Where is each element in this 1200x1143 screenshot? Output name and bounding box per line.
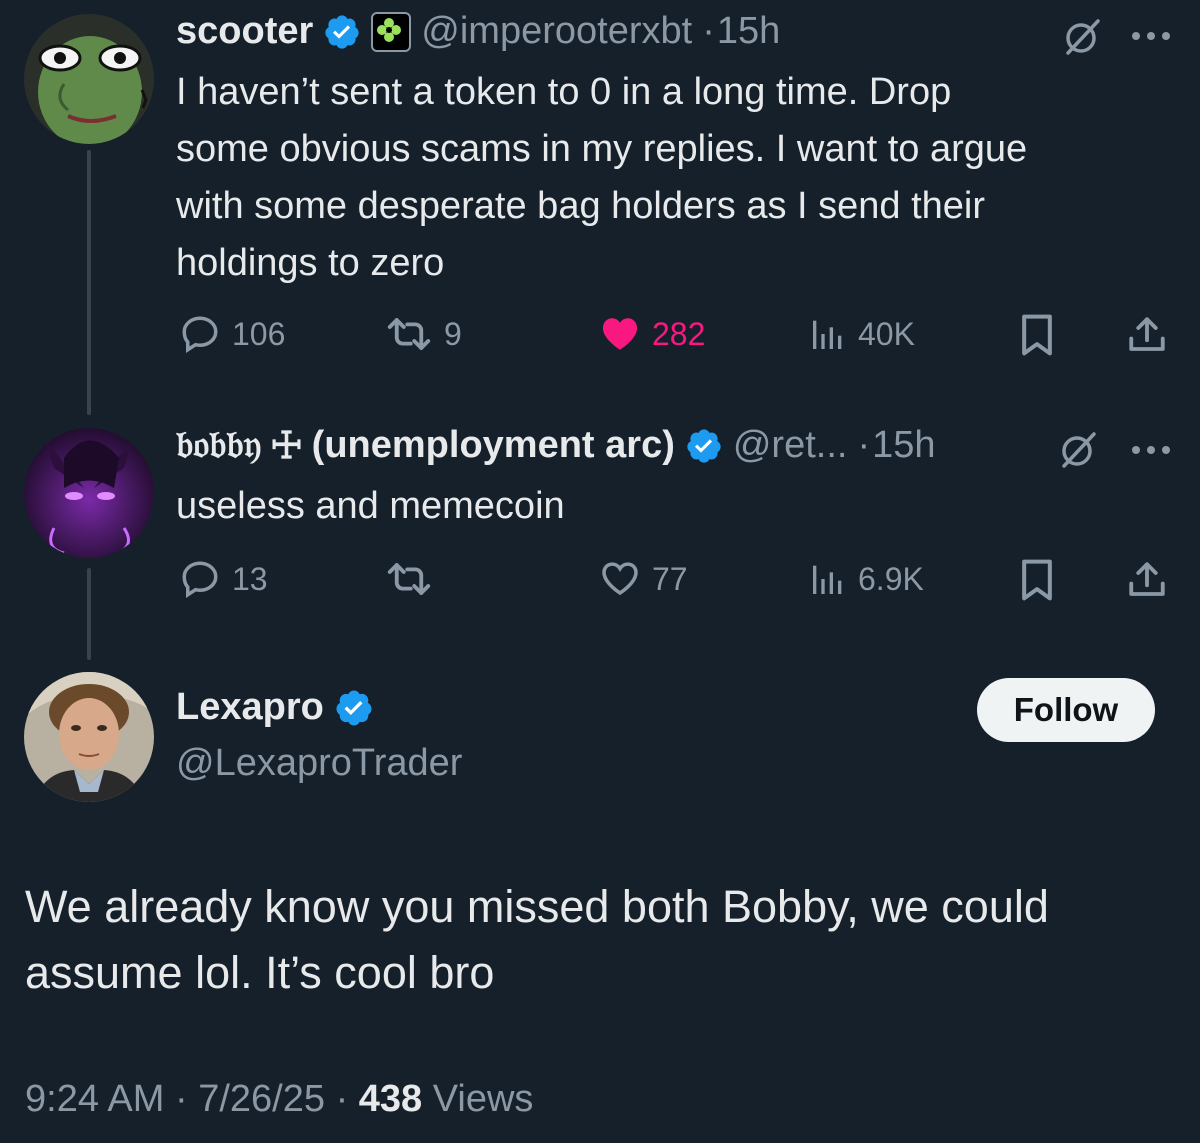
repost-count: 9 xyxy=(444,315,462,352)
author-name[interactable]: scooter xyxy=(176,10,313,53)
bookmark-icon[interactable] xyxy=(1018,558,1056,602)
author-name[interactable]: Lexapro xyxy=(176,686,324,729)
heart-outline-icon xyxy=(602,562,638,596)
views-button[interactable]: 6.9K xyxy=(808,558,924,600)
avatar-scooter[interactable] xyxy=(24,14,154,144)
like-count: 282 xyxy=(652,315,706,352)
tweet1-text: I haven’t sent a token to 0 in a long ti… xyxy=(176,64,1176,292)
repost-icon xyxy=(387,318,431,350)
verified-badge-icon xyxy=(687,428,721,463)
tweet1-header: scooter @imperooterxbt · 15h xyxy=(176,10,780,53)
tweet2-header: 𝔟𝔬𝔟𝔟𝔶 ☩ (unemployment arc) @ret... · 15h xyxy=(176,424,936,467)
avatar-bobby[interactable] xyxy=(24,428,154,558)
more-options-icon[interactable] xyxy=(1130,444,1172,456)
grok-icon[interactable] xyxy=(1062,17,1102,57)
tweet-time[interactable]: 15h xyxy=(872,424,935,467)
tweet2-text: useless and memecoin xyxy=(176,485,565,527)
tweet-text-line: I haven’t sent a token to 0 in a long ti… xyxy=(176,71,952,113)
repost-button[interactable] xyxy=(384,558,444,600)
separator-dot: · xyxy=(335,1078,359,1120)
reply-button[interactable]: 13 xyxy=(178,558,268,600)
like-button[interactable]: 77 xyxy=(598,558,688,600)
tweet-text-line: We already know you missed both Bobby, w… xyxy=(25,881,1049,932)
separator-dot: · xyxy=(702,10,715,52)
tweet-timestamp[interactable]: 9:24 AM xyxy=(25,1078,164,1120)
reply-icon xyxy=(182,561,218,598)
heart-filled-icon xyxy=(602,318,638,350)
tweet-text-line: with some desperate bag holders as I sen… xyxy=(176,185,986,227)
views-label: Views xyxy=(432,1078,534,1120)
like-button[interactable]: 282 xyxy=(598,313,705,355)
tweet-text-line: assume lol. It’s cool bro xyxy=(25,947,495,998)
share-icon[interactable] xyxy=(1126,558,1168,602)
verified-badge-icon xyxy=(325,14,359,49)
tweet-meta: 9:24 AM · 7/26/25 · 438 Views xyxy=(25,1078,533,1121)
share-icon[interactable] xyxy=(1126,313,1168,357)
author-handle[interactable]: @LexaproTrader xyxy=(176,742,462,785)
author-handle[interactable]: @imperooterxbt xyxy=(421,10,692,53)
affiliate-badge-icon[interactable] xyxy=(371,11,412,52)
separator-dot: · xyxy=(857,424,871,466)
views-count: 6.9K xyxy=(858,560,924,597)
verified-badge-icon xyxy=(336,690,372,725)
follow-button[interactable]: Follow xyxy=(977,678,1155,742)
author-name[interactable]: 𝔟𝔬𝔟𝔟𝔶 ☩ (unemployment arc) xyxy=(176,424,675,467)
tweet-time[interactable]: 15h xyxy=(717,10,780,53)
separator-dot: · xyxy=(174,1078,199,1120)
views-icon xyxy=(813,320,842,349)
thread-line xyxy=(87,568,91,660)
reply-icon xyxy=(182,316,218,353)
views-count: 40K xyxy=(858,315,915,352)
tweet-text-line: some obvious scams in my replies. I want… xyxy=(176,128,1028,170)
thread-line xyxy=(87,150,91,415)
avatar-lexapro[interactable] xyxy=(24,672,154,802)
bookmark-icon[interactable] xyxy=(1018,313,1056,357)
tweet-text-line: holdings to zero xyxy=(176,242,445,284)
repost-icon xyxy=(387,563,431,595)
views-count: 438 xyxy=(358,1078,423,1120)
grok-icon[interactable] xyxy=(1058,430,1098,470)
reply-count: 13 xyxy=(232,560,268,597)
reply-count: 106 xyxy=(232,315,286,352)
author-handle[interactable]: @ret... xyxy=(733,424,848,467)
tweet3-header: Lexapro xyxy=(176,686,374,729)
views-icon xyxy=(813,565,842,594)
tweet3-text: We already know you missed both Bobby, w… xyxy=(25,874,1185,1006)
repost-button[interactable]: 9 xyxy=(384,313,462,355)
reply-button[interactable]: 106 xyxy=(178,313,285,355)
tweet-date[interactable]: 7/26/25 xyxy=(198,1078,325,1120)
views-button[interactable]: 40K xyxy=(808,313,915,355)
like-count: 77 xyxy=(652,560,688,597)
more-options-icon[interactable] xyxy=(1130,30,1172,42)
